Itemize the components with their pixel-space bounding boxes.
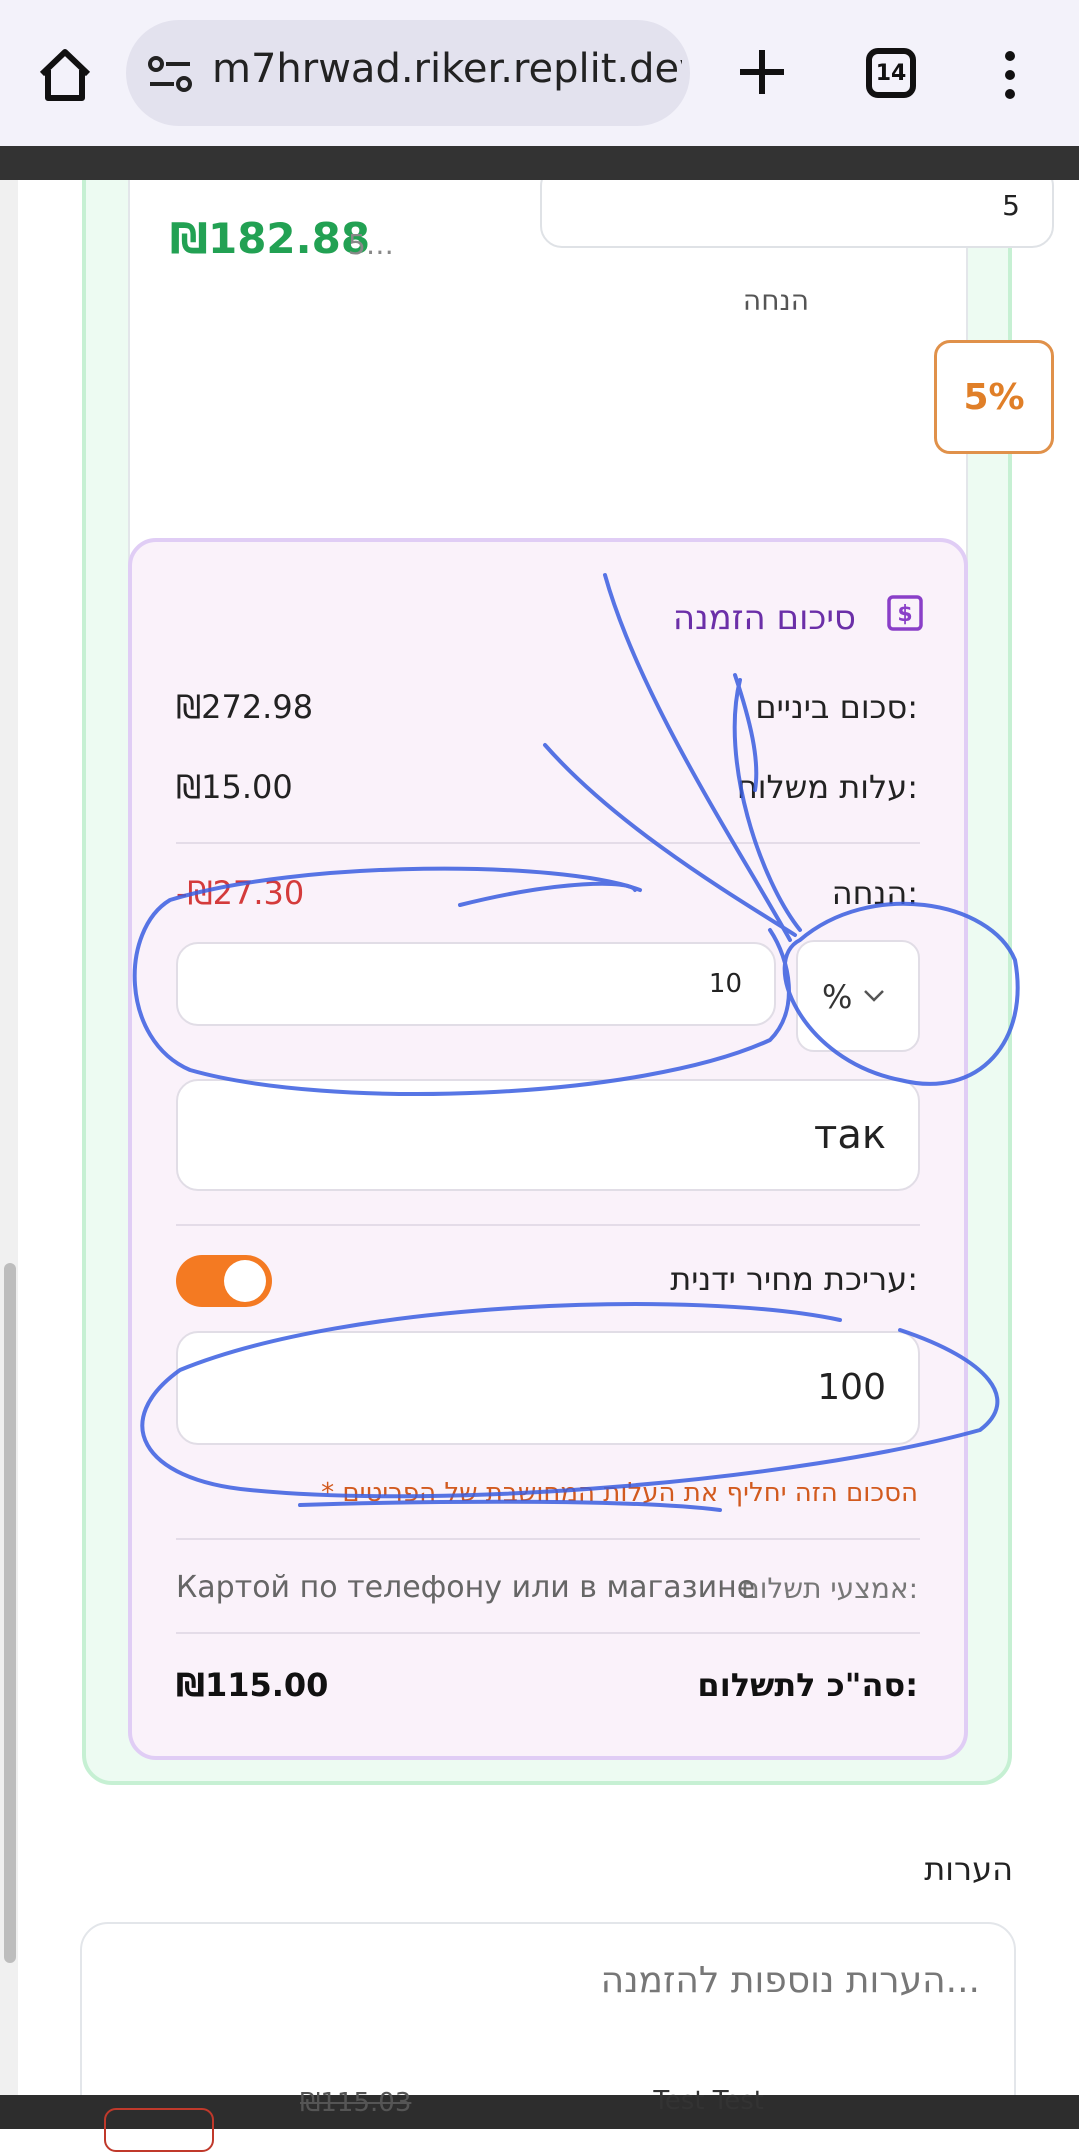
svg-text:$: $ — [897, 602, 912, 627]
manual-price-warning: * הסכום הזה יחליף את העלות המחושבת של הפ… — [321, 1478, 918, 1508]
peek-old-price: ₪115.03 — [300, 2088, 412, 2118]
total-value: ₪115.00 — [176, 1666, 329, 1704]
summary-title: סיכום הזמנה — [672, 598, 856, 638]
divider — [176, 1632, 920, 1634]
order-summary: $ סיכום הזמנה סכום ביניים: ₪272.98 עלות … — [128, 538, 968, 1760]
item-discount-label: הנחה — [742, 284, 809, 317]
shipping-value: ₪15.00 — [176, 768, 293, 806]
item-discount-badge[interactable]: 5% — [934, 340, 1054, 454]
page-content: 5 הנחה 5% ₪182.88 5… $ סיכום הזמנה סכום … — [0, 180, 1079, 2095]
divider — [176, 842, 920, 844]
discount-value: -₪27.30 — [176, 874, 305, 912]
url-text[interactable]: m7hrwad.riker.replit.dev — [212, 46, 682, 92]
manual-price-toggle[interactable] — [176, 1255, 272, 1307]
notes-label: הערות — [924, 1850, 1013, 1888]
receipt-icon: $ — [887, 595, 923, 631]
divider — [176, 1538, 920, 1540]
discount-type-select[interactable]: % — [796, 940, 920, 1052]
browser-toolbar: m7hrwad.riker.replit.dev 14 — [0, 0, 1079, 146]
total-label: סה"כ לתשלום: — [697, 1666, 918, 1704]
item-price: ₪182.88 — [170, 214, 371, 263]
toggle-knob — [224, 1260, 266, 1302]
notes-textarea[interactable]: הערות נוספות להזמנה... — [80, 1922, 1016, 2095]
notes-placeholder: הערות נוספות להזמנה... — [600, 1960, 980, 2001]
subtotal-label: סכום ביניים: — [755, 688, 918, 726]
chevron-down-icon — [864, 990, 884, 1002]
quantity-input[interactable]: 5 — [540, 180, 1054, 248]
item-price-note: 5… — [348, 228, 394, 261]
more-menu-icon[interactable] — [1000, 50, 1020, 100]
divider — [176, 1224, 920, 1226]
coupon-text-input[interactable]: так — [176, 1079, 920, 1191]
manual-price-label: עריכת מחיר ידנית: — [670, 1260, 918, 1298]
shipping-label: עלות משלוח: — [736, 768, 918, 806]
site-settings-icon[interactable] — [146, 50, 194, 98]
address-bar[interactable]: m7hrwad.riker.replit.dev — [126, 20, 690, 126]
tab-switcher-icon[interactable]: 14 — [866, 48, 916, 98]
manual-price-input[interactable]: 100 — [176, 1331, 920, 1445]
payment-value: Картой по телефону или в магазине — [176, 1570, 756, 1605]
toolbar-shadow — [0, 146, 1079, 180]
payment-label: אמצעי תשלום: — [741, 1572, 918, 1605]
peek-button[interactable] — [104, 2108, 214, 2152]
peek-customer-name: Test Test — [653, 2086, 764, 2116]
new-tab-icon[interactable] — [730, 40, 794, 104]
discount-amount-input[interactable]: 10 — [176, 942, 776, 1026]
home-icon[interactable] — [30, 40, 100, 110]
discount-type-value: % — [822, 978, 853, 1016]
scrollbar-thumb[interactable] — [4, 1263, 16, 1963]
subtotal-value: ₪272.98 — [176, 688, 314, 726]
discount-label: הנחה: — [831, 874, 918, 912]
